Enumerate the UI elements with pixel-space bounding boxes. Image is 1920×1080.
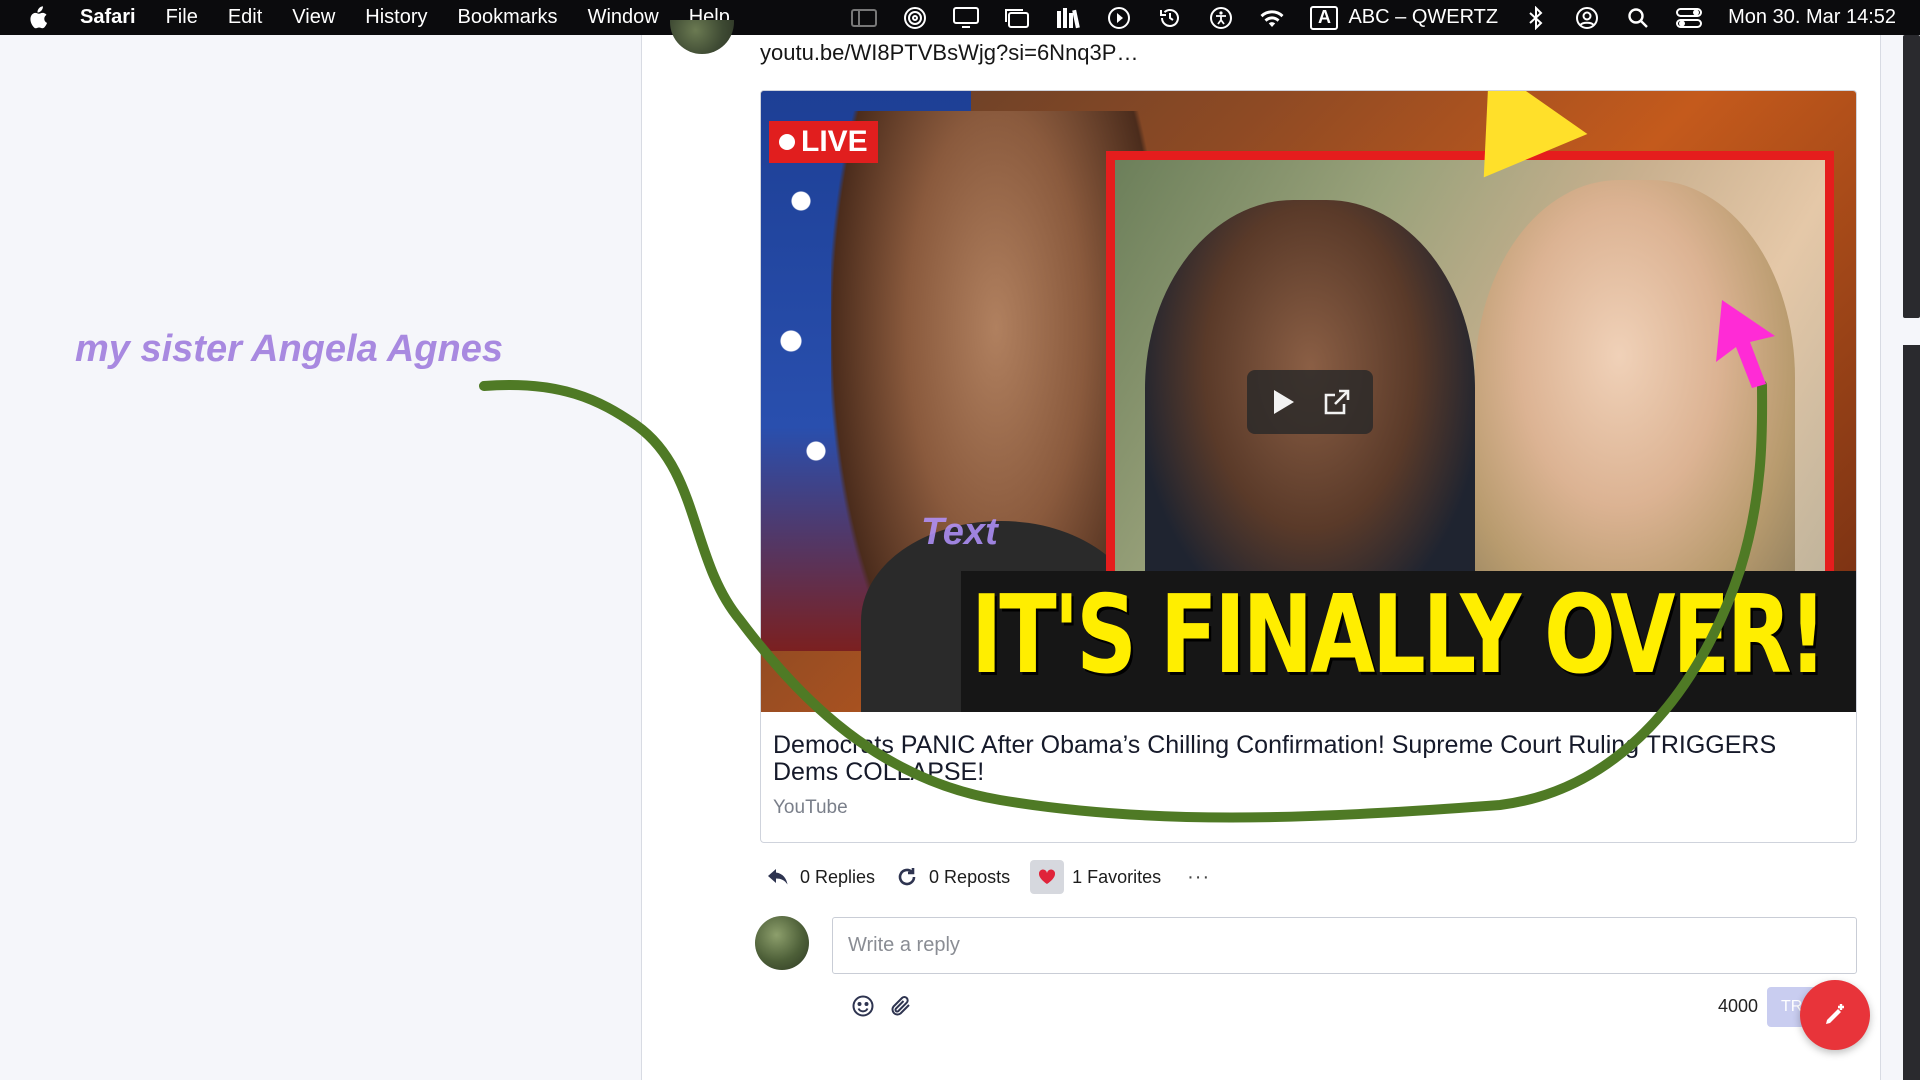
reply-char-counter: 4000 [1718,996,1759,1016]
live-badge: LIVE [769,121,878,163]
reply-tools [850,993,914,1019]
replies-count: 0 Replies [800,866,876,887]
left-blank-pane [0,35,641,1080]
thumbnail-person-right [1475,180,1795,620]
video-thumbnail[interactable]: LIVE IT'S FINALLY OVER! Text [761,91,1856,712]
reposts-count: 0 Reposts [929,866,1011,887]
menu-bar-clock[interactable]: Mon 30. Mar 14:52 [1728,6,1896,29]
keyboard-layout-badge: A [1310,5,1339,30]
menu-bar: Safari File Edit View History Bookmarks … [0,0,1920,35]
user-account-icon[interactable] [1574,6,1600,30]
heart-icon [1030,860,1065,894]
thumbnail-overlay-text: Text [921,511,998,553]
menu-bookmarks[interactable]: Bookmarks [458,6,558,29]
repost-icon [895,865,919,889]
link-card-source: YouTube [773,797,848,818]
library-icon[interactable] [1055,6,1081,30]
link-card-title[interactable]: Democrats PANIC After Obama’s Chilling C… [773,732,1843,786]
emoji-icon[interactable] [850,993,876,1019]
reply-input[interactable] [832,917,1857,974]
keyboard-layout-label: ABC – QWERTZ [1348,6,1499,28]
scrollbar-segment-bottom[interactable] [1903,345,1920,1080]
apple-icon[interactable] [26,5,60,30]
reply-icon [766,865,790,889]
accessibility-icon[interactable] [1208,6,1234,30]
display-icon[interactable] [953,6,980,30]
link-preview-card[interactable]: LIVE IT'S FINALLY OVER! Text Democrats P… [760,90,1857,843]
compose-pencil-icon [1826,1004,1844,1024]
airdrop-icon[interactable] [902,6,928,30]
scrollbar-segment-top[interactable] [1903,35,1920,318]
time-machine-icon[interactable] [1157,6,1183,30]
menu-window[interactable]: Window [588,6,659,29]
open-external-icon[interactable] [1319,384,1355,420]
control-center-icon[interactable] [1676,6,1703,30]
annotation-label: my sister Angela Agnes [75,328,504,370]
post-actions: 0 Replies 0 Reposts 1 Favorites ··· [766,860,1210,894]
play-icon[interactable] [1265,384,1301,420]
reposts-button[interactable]: 0 Reposts [895,865,1010,889]
more-options-button[interactable]: ··· [1187,866,1210,889]
status-area: A ABC – QWERTZ Mon 30. Mar 14:52 [826,5,1896,30]
menu-edit[interactable]: Edit [228,6,262,29]
video-controls-overlay [1247,370,1373,434]
menu-app-name[interactable]: Safari [80,6,136,29]
menu-history[interactable]: History [365,6,427,29]
bluetooth-icon[interactable] [1523,5,1549,30]
menu-file[interactable]: File [166,6,198,29]
play-circle-icon[interactable] [1106,6,1132,30]
keyboard-layout-menu[interactable]: A ABC – QWERTZ [1310,5,1499,30]
sidebar-icon[interactable] [851,6,878,30]
post-link[interactable]: youtu.be/WI8PTVBsWjg?si=6Nnq3P… [760,40,1138,66]
attachment-icon[interactable] [888,993,914,1019]
favorites-count: 1 Favorites [1072,866,1162,887]
replies-button[interactable]: 0 Replies [766,865,875,889]
spotlight-search-icon[interactable] [1625,6,1651,30]
thumbnail-photo-frame [1106,151,1834,620]
thumbnail-headline: IT'S FINALLY OVER! [971,573,1827,698]
compose-fab-button[interactable] [1800,980,1870,1050]
wifi-icon[interactable] [1259,6,1285,30]
window-stack-icon[interactable] [1004,6,1030,30]
menu-view[interactable]: View [292,6,335,29]
favorites-button[interactable]: 1 Favorites [1030,860,1161,894]
current-user-avatar [755,916,809,970]
